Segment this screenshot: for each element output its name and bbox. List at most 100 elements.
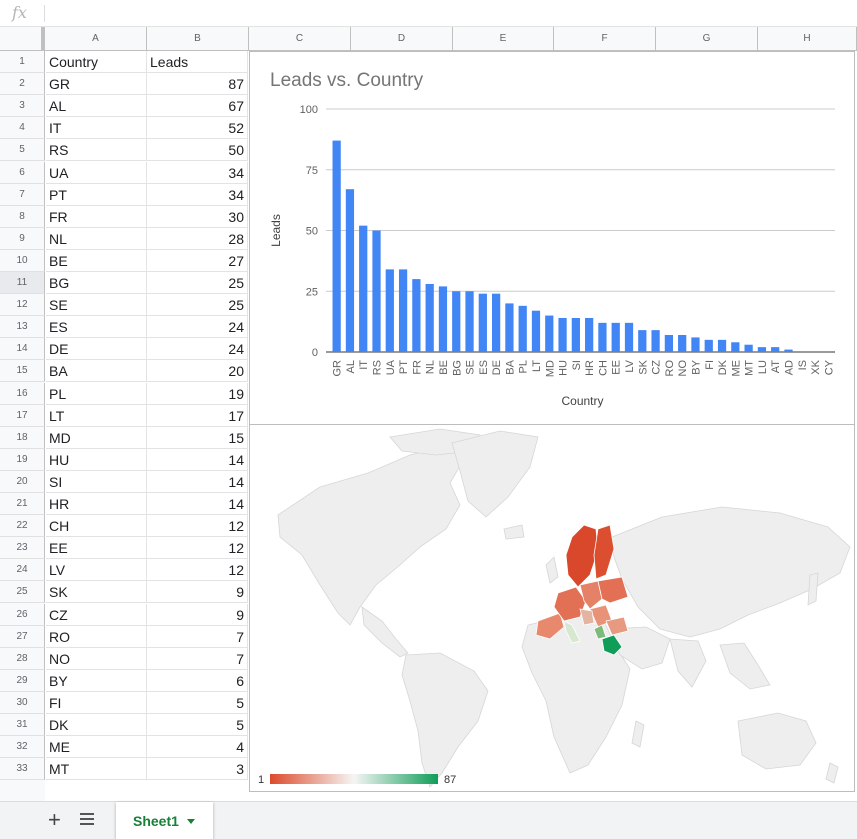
row-header[interactable]: 4	[0, 117, 45, 140]
sheet-tab[interactable]: Sheet1	[116, 802, 213, 839]
cell-leads[interactable]: 12	[147, 559, 248, 582]
row-header[interactable]: 17	[0, 404, 45, 427]
column-header-c[interactable]: C	[249, 27, 351, 50]
cell-country[interactable]: UA	[46, 161, 147, 184]
row-header[interactable]: 7	[0, 183, 45, 206]
row-header[interactable]: 16	[0, 382, 45, 405]
cell-leads[interactable]: 24	[147, 338, 248, 361]
cell-country[interactable]: CH	[46, 515, 147, 538]
cell-country[interactable]: DE	[46, 338, 147, 361]
row-header[interactable]: 6	[0, 161, 45, 184]
cell-country[interactable]: CZ	[46, 603, 147, 626]
row-header[interactable]: 21	[0, 493, 45, 516]
row-header[interactable]: 10	[0, 249, 45, 272]
cell-leads[interactable]: 34	[147, 183, 248, 206]
cell-country[interactable]: PL	[46, 382, 147, 405]
cell-leads[interactable]: 24	[147, 316, 248, 339]
cell-country[interactable]: ES	[46, 316, 147, 339]
cell-leads[interactable]: 25	[147, 294, 248, 317]
geo-chart[interactable]: 1 87	[249, 425, 855, 792]
row-header[interactable]: 25	[0, 581, 45, 604]
row-header[interactable]: 2	[0, 73, 45, 96]
cell-country[interactable]: IT	[46, 117, 147, 140]
cell-leads[interactable]: 27	[147, 249, 248, 272]
cell-leads[interactable]: 14	[147, 493, 248, 516]
cell-leads[interactable]: 14	[147, 470, 248, 493]
cell-country[interactable]: EE	[46, 537, 147, 560]
cell-leads[interactable]: 15	[147, 426, 248, 449]
row-header[interactable]: 33	[0, 758, 45, 781]
add-sheet-icon[interactable]: +	[48, 808, 61, 832]
row-header[interactable]: 8	[0, 205, 45, 228]
cell-country[interactable]: FI	[46, 691, 147, 714]
cell-leads[interactable]: 5	[147, 691, 248, 714]
column-header-f[interactable]: F	[554, 27, 656, 50]
cell-country[interactable]: MD	[46, 426, 147, 449]
sheet-tab-dropdown-icon[interactable]	[187, 819, 195, 824]
cell-country[interactable]: SK	[46, 581, 147, 604]
cell-country[interactable]: BG	[46, 272, 147, 295]
cell-leads[interactable]: 9	[147, 581, 248, 604]
row-header[interactable]: 5	[0, 139, 45, 162]
row-header[interactable]: 20	[0, 470, 45, 493]
row-header[interactable]: 28	[0, 647, 45, 670]
row-header[interactable]: 12	[0, 294, 45, 317]
row-header[interactable]: 19	[0, 448, 45, 471]
cell-leads[interactable]: 17	[147, 404, 248, 427]
cell-country[interactable]: GR	[46, 73, 147, 96]
row-header[interactable]: 14	[0, 338, 45, 361]
cell-leads[interactable]: 3	[147, 758, 248, 781]
column-header-b[interactable]: B	[147, 27, 249, 50]
bar-chart[interactable]: Leads vs. Country 0 25 50 75 100 GR AL IT RS UA PT…	[249, 51, 855, 425]
select-all-corner[interactable]	[0, 27, 45, 50]
row-header[interactable]: 29	[0, 669, 45, 692]
row-header[interactable]: 24	[0, 559, 45, 582]
row-header[interactable]: 11	[0, 272, 45, 295]
cell-leads[interactable]: 9	[147, 603, 248, 626]
cell-leads[interactable]: 50	[147, 139, 248, 162]
row-header[interactable]: 23	[0, 537, 45, 560]
cell-leads[interactable]: 4	[147, 736, 248, 759]
cell-leads[interactable]: 28	[147, 227, 248, 250]
cell-country[interactable]: BA	[46, 360, 147, 383]
cell-country[interactable]: FR	[46, 205, 147, 228]
cell-country[interactable]: BE	[46, 249, 147, 272]
row-header[interactable]: 27	[0, 625, 45, 648]
cell-country[interactable]: HU	[46, 448, 147, 471]
column-header-e[interactable]: E	[453, 27, 554, 50]
row-header[interactable]: 32	[0, 736, 45, 759]
cell-country[interactable]: AL	[46, 95, 147, 118]
row-header[interactable]: 22	[0, 515, 45, 538]
cell-leads[interactable]: 25	[147, 272, 248, 295]
column-header-h[interactable]: H	[758, 27, 857, 50]
row-header[interactable]: 31	[0, 714, 45, 737]
cell-country[interactable]: PT	[46, 183, 147, 206]
cell-country[interactable]: NO	[46, 647, 147, 670]
cell-leads[interactable]: 52	[147, 117, 248, 140]
cell-leads[interactable]: 5	[147, 714, 248, 737]
cell-leads[interactable]: 20	[147, 360, 248, 383]
cell-leads[interactable]: 34	[147, 161, 248, 184]
formula-input[interactable]	[50, 4, 840, 23]
row-header[interactable]: 1	[0, 51, 45, 74]
all-sheets-menu-icon[interactable]	[80, 813, 94, 827]
cell-leads[interactable]: 14	[147, 448, 248, 471]
cell-country[interactable]: SI	[46, 470, 147, 493]
column-header-d[interactable]: D	[351, 27, 453, 50]
cell-leads[interactable]: 12	[147, 537, 248, 560]
cell-leads[interactable]: 87	[147, 73, 248, 96]
row-header[interactable]: 26	[0, 603, 45, 626]
row-header[interactable]: 9	[0, 227, 45, 250]
cell-country[interactable]: MT	[46, 758, 147, 781]
cell-country[interactable]: LV	[46, 559, 147, 582]
cell-country[interactable]: RS	[46, 139, 147, 162]
cell-leads[interactable]: 12	[147, 515, 248, 538]
row-header[interactable]: 30	[0, 691, 45, 714]
cell-country[interactable]: RO	[46, 625, 147, 648]
column-header-g[interactable]: G	[656, 27, 758, 50]
cell-leads[interactable]: 7	[147, 647, 248, 670]
row-header[interactable]: 15	[0, 360, 45, 383]
cell-country[interactable]: LT	[46, 404, 147, 427]
cell-country[interactable]: HR	[46, 493, 147, 516]
row-header[interactable]: 13	[0, 316, 45, 339]
